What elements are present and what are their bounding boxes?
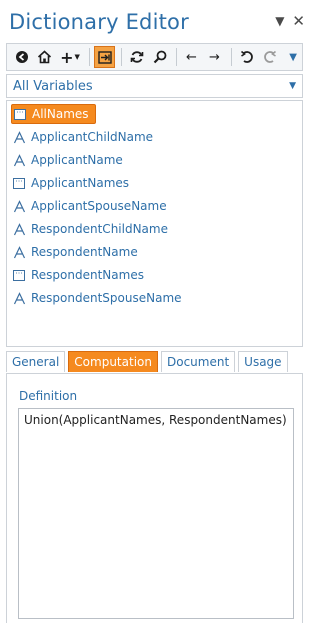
previous-button[interactable]: ← [181, 46, 202, 68]
next-button[interactable]: → [204, 46, 225, 68]
definition-field[interactable]: Union(ApplicantNames, RespondentNames) [18, 408, 294, 619]
list-item-label: RespondentNames [31, 268, 144, 282]
home-icon [37, 50, 52, 64]
string-variable-icon [11, 290, 27, 306]
list-item-label: AllNames [32, 107, 89, 121]
refresh-icon [130, 51, 143, 63]
list-item[interactable]: ··· AllNames [11, 104, 96, 124]
variable-filter-dropdown[interactable]: All Variables ▼ [6, 74, 303, 98]
show-symbol-button[interactable] [94, 46, 115, 68]
close-icon[interactable]: ✕ [292, 12, 305, 30]
chevron-down-icon: ▼ [289, 81, 296, 91]
list-item-label: ApplicantChildName [31, 130, 154, 144]
list-item[interactable]: ··· ApplicantNames [11, 173, 135, 193]
dropdown-menu-icon[interactable]: ▼ [275, 14, 284, 28]
list-item[interactable]: ApplicantChildName [11, 127, 159, 147]
string-variable-icon [11, 129, 27, 145]
panel-title: Dictionary Editor [9, 10, 189, 34]
window-controls: ▼ ✕ [275, 12, 305, 30]
list-item[interactable]: RespondentSpouseName [11, 288, 188, 308]
list-variable-icon: ··· [12, 106, 28, 122]
insert-into-box-icon [97, 50, 112, 64]
toolbar-separator [121, 48, 122, 66]
filter-selected-value: All Variables [13, 78, 93, 94]
string-variable-icon [11, 198, 27, 214]
list-variable-icon: ··· [11, 267, 27, 283]
list-item[interactable]: RespondentChildName [11, 219, 174, 239]
string-variable-icon [11, 244, 27, 260]
list-item-label: RespondentSpouseName [31, 291, 182, 305]
toolbar-overflow-icon[interactable]: ▼ [289, 52, 297, 63]
toolbar-separator [231, 48, 232, 66]
chevron-down-icon: ▼ [74, 53, 80, 61]
tab-general[interactable]: General [6, 351, 66, 372]
home-button[interactable] [34, 46, 55, 68]
list-item-label: RespondentChildName [31, 222, 168, 236]
string-variable-icon [11, 221, 27, 237]
undo-button[interactable] [236, 46, 257, 68]
list-item[interactable]: ApplicantSpouseName [11, 196, 173, 216]
variable-list: ··· AllNames ApplicantChildName Applican… [6, 100, 303, 347]
property-tabs: General Computation Document Usage [6, 351, 291, 373]
string-variable-icon [11, 152, 27, 168]
find-button[interactable] [149, 46, 170, 68]
list-item-label: ApplicantNames [31, 176, 130, 190]
tab-usage[interactable]: Usage [238, 351, 288, 372]
tab-document[interactable]: Document [160, 351, 236, 372]
search-icon [153, 50, 166, 64]
plus-icon: + [60, 47, 74, 67]
list-item-label: RespondentName [31, 245, 138, 259]
list-item[interactable]: ApplicantName [11, 150, 129, 170]
refresh-button[interactable] [126, 46, 147, 68]
redo-icon [263, 50, 276, 63]
back-circle-button[interactable] [11, 46, 32, 68]
arrow-left-icon: ← [186, 49, 197, 65]
add-button[interactable]: + ▼ [57, 46, 83, 68]
back-circle-icon [15, 51, 28, 63]
toolbar: + ▼ ← → ▼ [6, 43, 303, 71]
list-item[interactable]: ··· RespondentNames [11, 265, 150, 285]
list-variable-icon: ··· [11, 175, 27, 191]
list-item-label: ApplicantName [31, 153, 123, 167]
definition-label: Definition [19, 389, 78, 403]
list-item[interactable]: RespondentName [11, 242, 144, 262]
redo-button[interactable] [259, 46, 280, 68]
toolbar-separator [176, 48, 177, 66]
arrow-right-icon: → [209, 49, 220, 65]
undo-icon [240, 50, 253, 63]
list-item-label: ApplicantSpouseName [31, 199, 167, 213]
computation-panel: Definition Union(ApplicantNames, Respond… [6, 373, 303, 623]
toolbar-separator [89, 48, 90, 66]
tab-computation[interactable]: Computation [68, 351, 158, 372]
